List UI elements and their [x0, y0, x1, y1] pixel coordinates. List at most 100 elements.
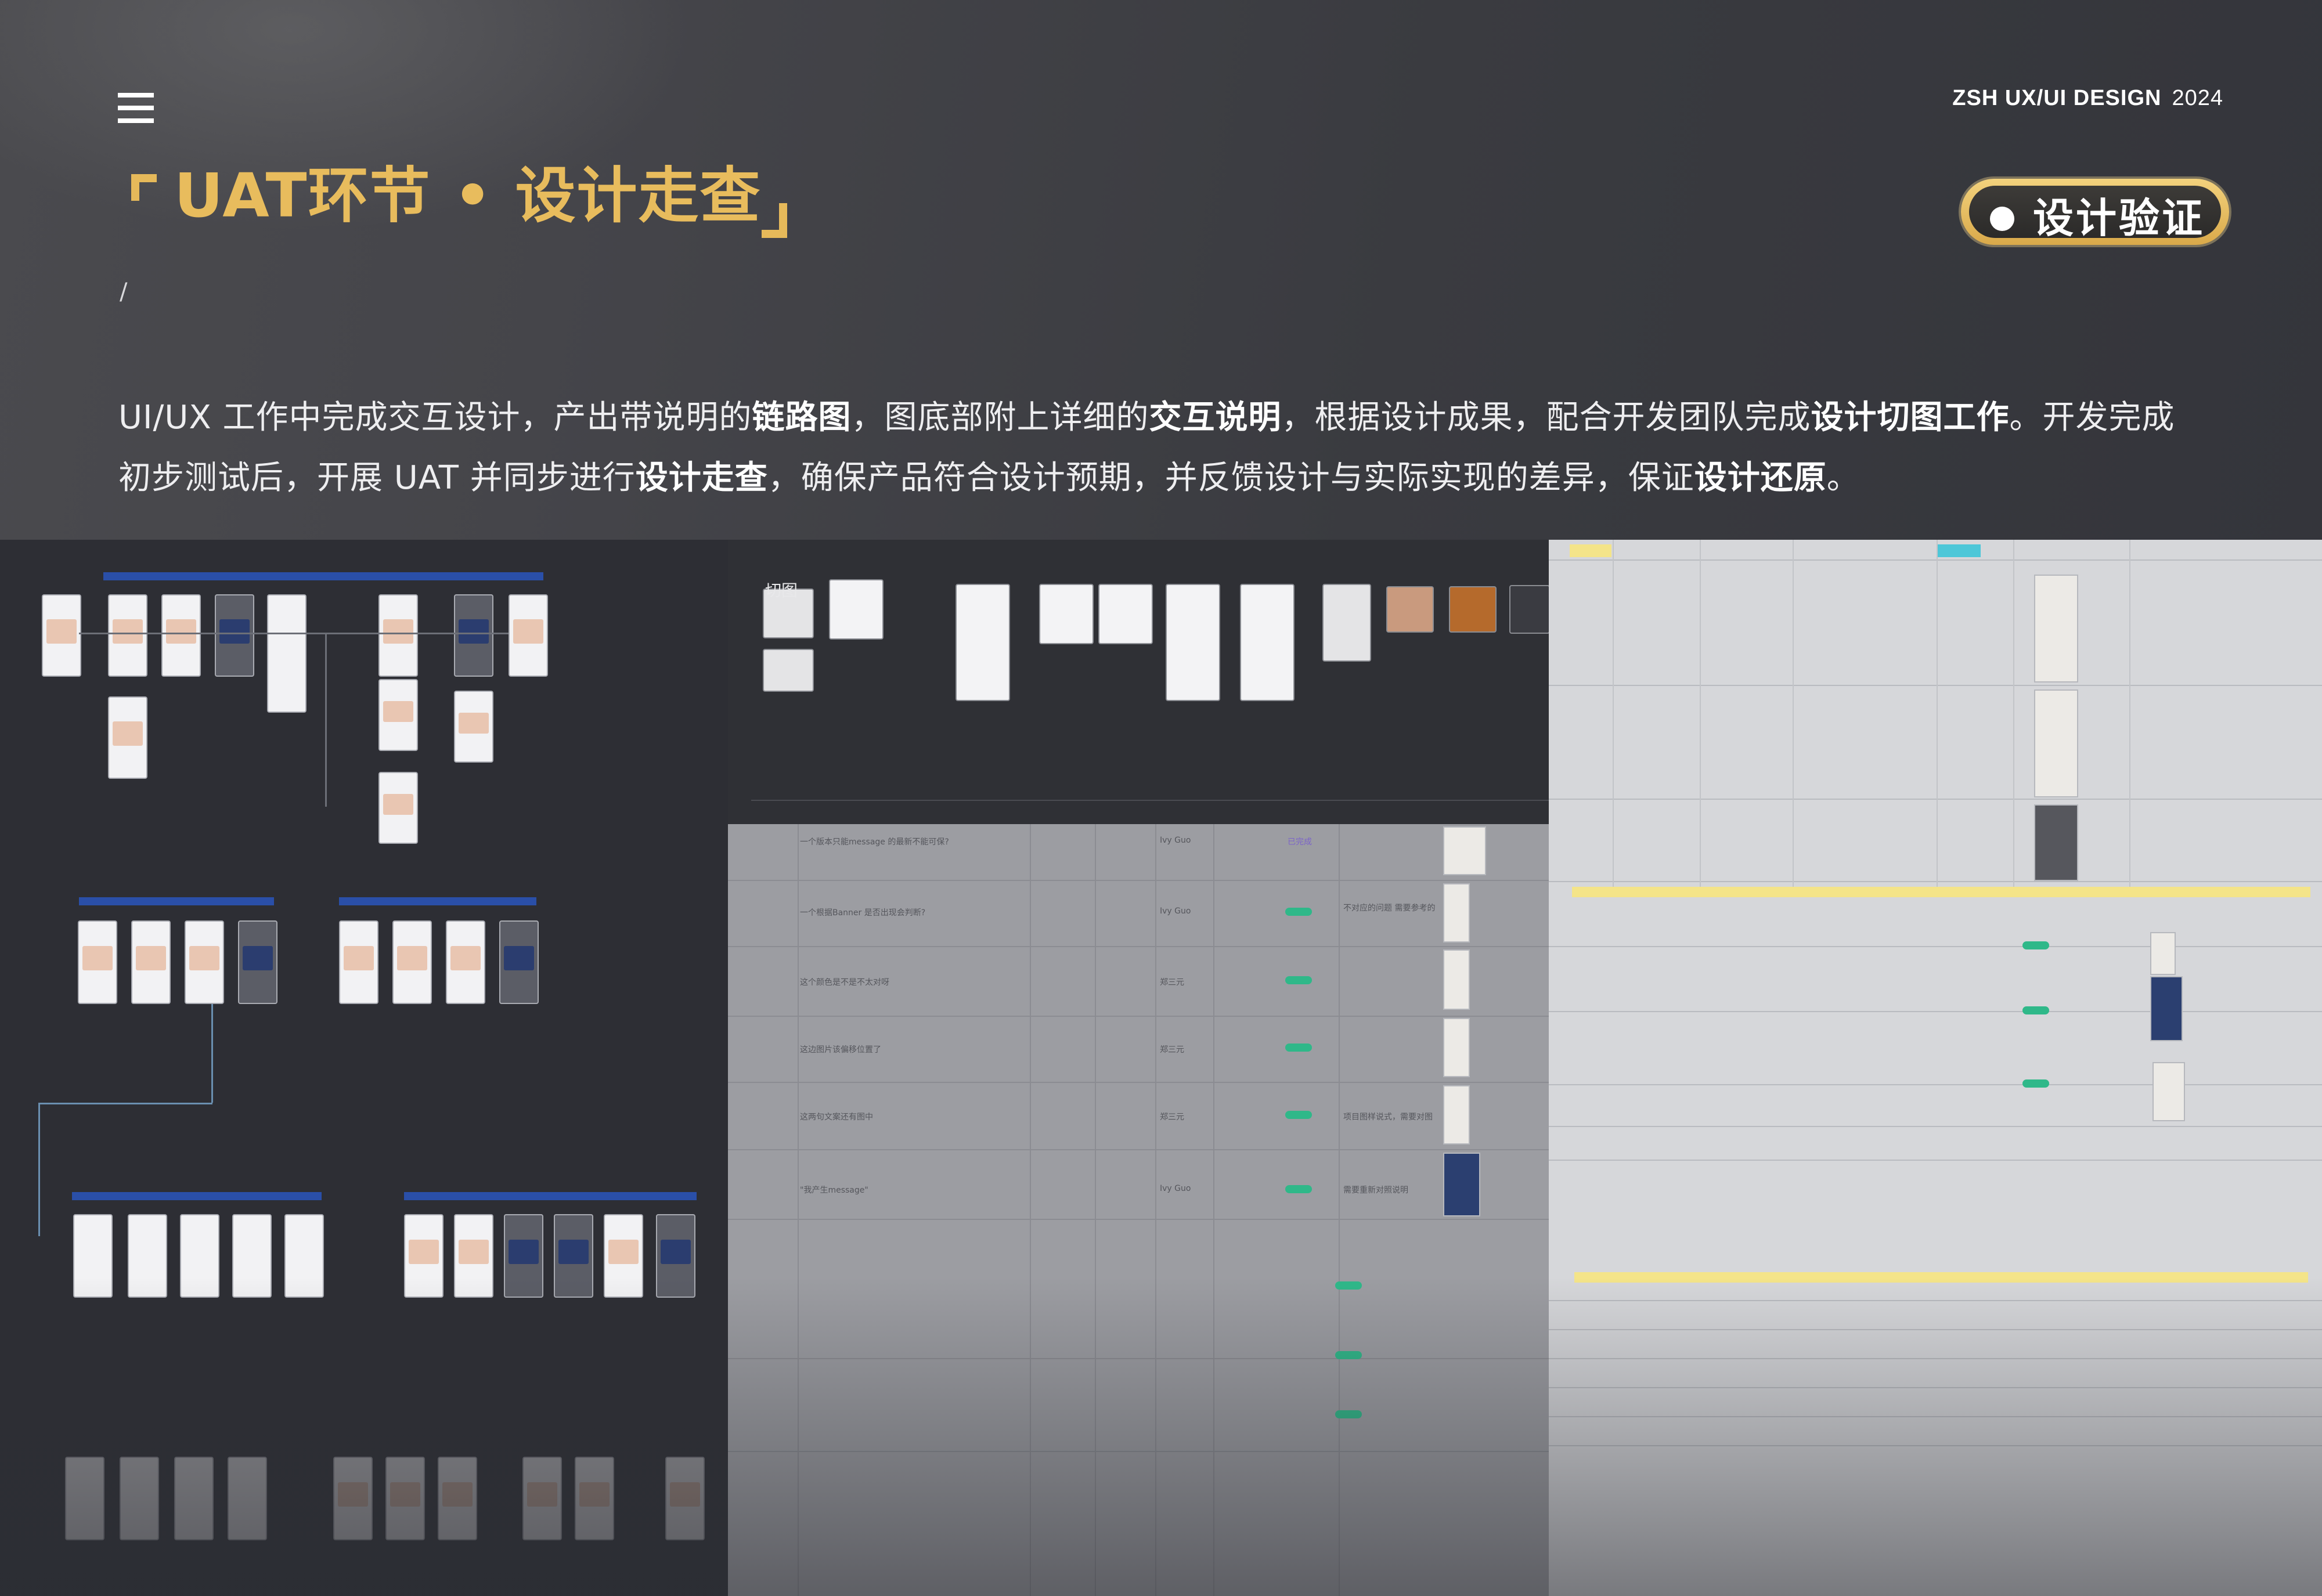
table-screenshot	[1443, 883, 1470, 943]
bug-screenshot	[2034, 689, 2078, 797]
sheet-col-line	[1613, 540, 1614, 888]
status-pill	[1285, 1111, 1312, 1119]
flow-screen	[215, 594, 254, 677]
flow-header-bar	[103, 572, 543, 580]
table-cell: 一个根据Banner 是否出现会判断?	[800, 908, 926, 918]
sheet-row-line	[1549, 1011, 2322, 1012]
badge-dot-icon	[1990, 207, 2014, 231]
flow-screen	[108, 696, 147, 779]
menu-bar-bottom	[118, 118, 154, 123]
desc-text: ，根据设计成果，配合开发团队完成	[1281, 399, 1811, 436]
flow-connector	[79, 633, 509, 634]
table-cell: 郑三元	[1160, 1045, 1184, 1055]
desc-text: 。开发完成	[2009, 399, 2175, 436]
table-screenshot	[1443, 826, 1486, 875]
brand-year: 2024	[2172, 86, 2223, 110]
table-row-line	[728, 1082, 1549, 1083]
flow-screen	[161, 594, 201, 677]
flow-connector	[38, 1103, 212, 1104]
bug-screenshot	[2034, 575, 2078, 683]
bug-screenshot	[2034, 804, 2078, 881]
sheet-tab	[1937, 544, 1981, 557]
title-separator: /	[120, 279, 128, 305]
sheet-col-line	[1937, 540, 1938, 888]
desc-emphasis: 链路图	[752, 399, 852, 436]
asset-thumbnail	[1509, 585, 1549, 634]
flow-screen	[378, 679, 418, 751]
status-pill	[2022, 1006, 2049, 1014]
flow-screen	[392, 920, 432, 1004]
asset-thumbnail	[956, 584, 1010, 701]
table-cell: 一个版本只能message 的最新不能可保?	[800, 837, 949, 847]
design-cut-assets-screenshot	[728, 540, 1549, 824]
status-pill	[2022, 1079, 2049, 1088]
flow-screen	[454, 691, 493, 763]
desc-text: UI/UX 工作中完成交互设计，产出带说明的	[118, 399, 752, 436]
table-row-line	[728, 1016, 1549, 1017]
status-pill	[1285, 908, 1312, 916]
description-line-1: UI/UX 工作中完成交互设计，产出带说明的链路图，图底部附上详细的交互说明，根…	[118, 388, 2220, 448]
table-cell: Ivy Guo	[1160, 1184, 1191, 1193]
flow-screen	[185, 920, 224, 1004]
flow-screen	[446, 920, 485, 1004]
title-bracket-close-icon	[762, 203, 787, 238]
flow-screen	[499, 920, 539, 1004]
sheet-row-line	[1549, 881, 2322, 882]
table-screenshot	[1443, 1085, 1470, 1144]
table-row-line	[728, 880, 1549, 881]
asset-thumbnail	[1449, 586, 1497, 633]
bug-screenshot	[2152, 1062, 2185, 1121]
table-cell: 项目图样说式，需要对图	[1343, 1113, 1433, 1122]
panel-divider	[751, 800, 1549, 801]
asset-thumbnail	[1322, 584, 1371, 662]
table-cell: 郑三元	[1160, 978, 1184, 987]
status-pill	[1285, 1185, 1312, 1193]
asset-thumbnail	[829, 579, 884, 640]
flow-screen	[378, 772, 418, 844]
flow-screen	[78, 920, 117, 1004]
table-cell: 这边图片该偏移位置了	[800, 1045, 881, 1055]
menu-bar-top	[118, 93, 154, 98]
table-cell: 这个颜色是不是不太对呀	[800, 978, 889, 987]
flow-header-bar	[339, 897, 536, 905]
flow-screen	[42, 594, 81, 677]
table-cell: Ivy Guo	[1160, 907, 1191, 916]
flow-header-bar	[404, 1192, 697, 1200]
sheet-row-line	[1549, 559, 2322, 561]
table-cell: 需要重新对照说明	[1343, 1186, 1408, 1195]
desc-text: 。	[1826, 459, 1860, 497]
menu-bar-middle	[118, 106, 154, 110]
asset-thumbnail	[1386, 586, 1434, 633]
bottom-fade-overlay	[0, 1277, 2322, 1596]
table-cell: 这两句文案还有图中	[800, 1113, 873, 1122]
flow-screen	[108, 594, 147, 677]
flow-screen	[509, 594, 548, 677]
sheet-col-line	[1700, 540, 1701, 888]
design-validation-badge: 设计验证	[1961, 179, 2229, 245]
flow-header-bar	[79, 897, 274, 905]
sheet-col-line	[1793, 540, 1794, 888]
status-pill	[2022, 941, 2049, 949]
header-section: ZSH UX/UI DESIGN 2024 UAT环节 • 设计走查 / UI/U…	[0, 0, 2322, 540]
desc-text: 初步测试后，开展 UAT 并同步进行	[118, 459, 636, 497]
table-row-line	[728, 1149, 1549, 1150]
table-cell: 不对应的问题 需要参考的	[1343, 904, 1436, 913]
desc-text: ，图底部附上详细的	[851, 399, 1149, 436]
desc-emphasis: 设计还原	[1694, 459, 1827, 497]
asset-thumbnail	[1098, 584, 1153, 644]
asset-thumbnail	[1166, 584, 1220, 701]
table-cell: Ivy Guo	[1160, 836, 1191, 845]
title-bracket-open-icon	[131, 174, 157, 201]
hamburger-menu-icon[interactable]	[118, 93, 154, 123]
flow-screen	[339, 920, 378, 1004]
badge-label: 设计验证	[2033, 194, 2205, 242]
flow-screen	[131, 920, 171, 1004]
sheet-tab	[1570, 544, 1611, 557]
table-cell: 郑三元	[1160, 1113, 1184, 1122]
table-row-line	[728, 946, 1549, 947]
sheet-header-row	[1572, 887, 2310, 897]
page-title: UAT环节 • 设计走查	[174, 160, 762, 231]
description-paragraph: UI/UX 工作中完成交互设计，产出带说明的链路图，图底部附上详细的交互说明，根…	[118, 388, 2220, 508]
cut-assets-label: 切图	[765, 581, 798, 600]
asset-thumbnail	[763, 649, 814, 692]
